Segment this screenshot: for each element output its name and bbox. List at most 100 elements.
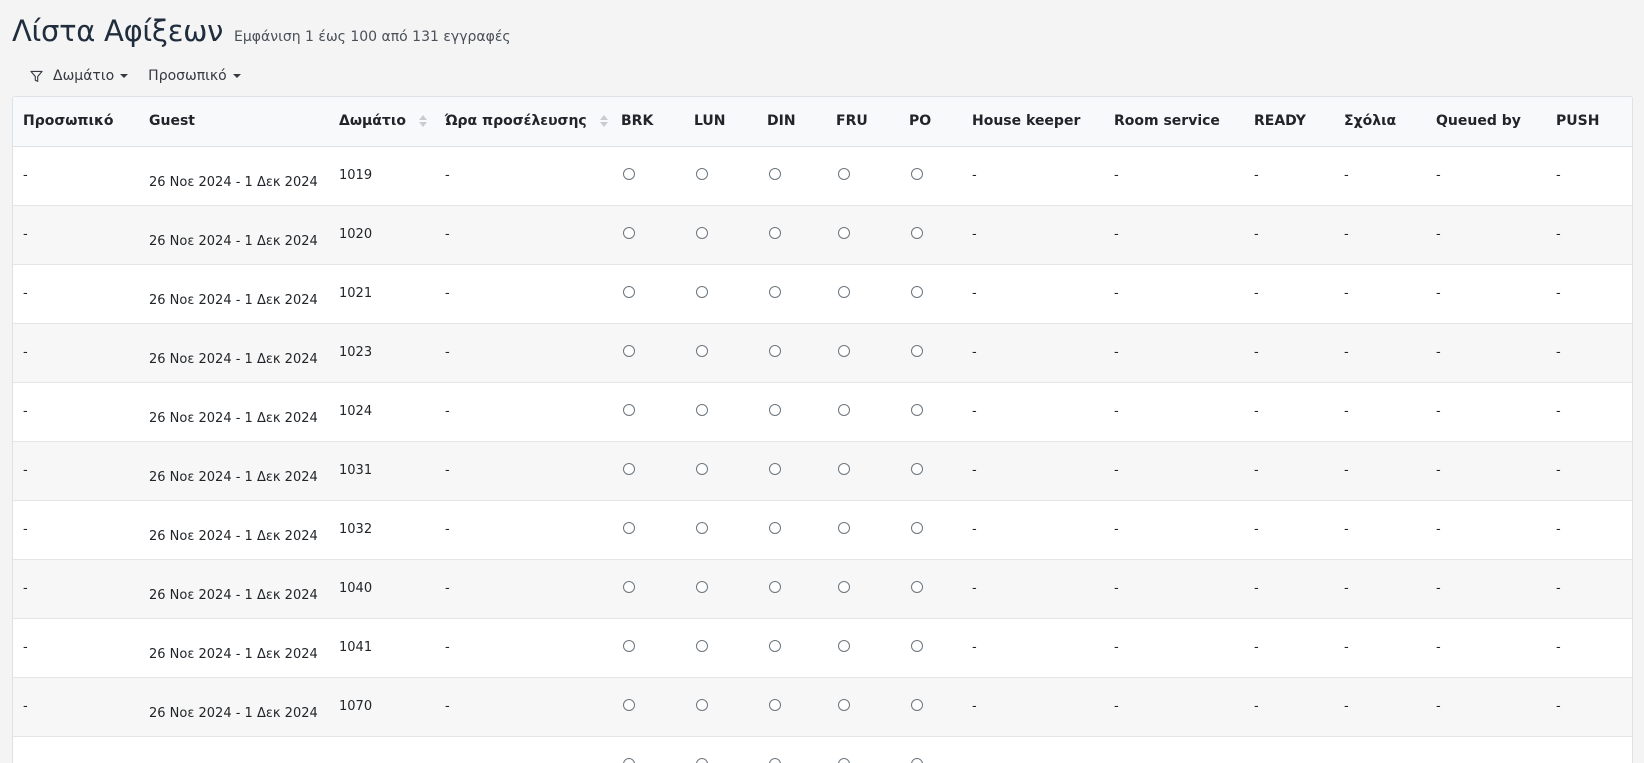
radio-icon[interactable] [696, 698, 708, 711]
table-row[interactable] [13, 736, 1632, 763]
column-header-queued-by[interactable]: Queued by [1426, 97, 1546, 147]
cell-brk [611, 559, 684, 618]
cell-arrival-time: - [445, 227, 450, 242]
radio-icon[interactable] [769, 344, 781, 357]
radio-icon[interactable] [838, 639, 850, 652]
radio-icon[interactable] [838, 344, 850, 357]
radio-icon[interactable] [623, 639, 635, 652]
radio-icon[interactable] [911, 462, 923, 475]
table-cell [435, 736, 611, 763]
column-header-comments[interactable]: Σχόλια [1334, 97, 1426, 147]
column-header-po[interactable]: PO [899, 97, 962, 147]
table-row[interactable]: - 26 Νοε 2024 - 1 Δεκ 2024 1040 - - - - - - - [13, 559, 1632, 618]
radio-icon[interactable] [769, 639, 781, 652]
column-header-fru[interactable]: FRU [826, 97, 899, 147]
table-row[interactable]: - 26 Νοε 2024 - 1 Δεκ 2024 1021 - - - - - - - [13, 264, 1632, 323]
radio-icon[interactable] [911, 757, 923, 763]
radio-icon[interactable] [623, 344, 635, 357]
radio-icon[interactable] [769, 403, 781, 416]
sort-icon[interactable] [599, 113, 609, 129]
cell-queued-by: - [1436, 699, 1441, 714]
column-header-push[interactable]: PUSH [1546, 97, 1632, 147]
table-row[interactable]: - 26 Νοε 2024 - 1 Δεκ 2024 1041 - - - - - - - [13, 618, 1632, 677]
table-cell [1104, 736, 1244, 763]
radio-icon[interactable] [769, 580, 781, 593]
radio-icon[interactable] [838, 580, 850, 593]
column-header-house-keeper[interactable]: House keeper [962, 97, 1104, 147]
radio-icon[interactable] [911, 639, 923, 652]
radio-icon[interactable] [838, 757, 850, 763]
table-row[interactable]: - 26 Νοε 2024 - 1 Δεκ 2024 1032 - - - - - - - [13, 500, 1632, 559]
radio-icon[interactable] [769, 462, 781, 475]
table-row[interactable]: - 26 Νοε 2024 - 1 Δεκ 2024 1031 - - - - - - - [13, 441, 1632, 500]
radio-icon[interactable] [696, 521, 708, 534]
radio-icon[interactable] [838, 226, 850, 239]
column-header-din[interactable]: DIN [757, 97, 826, 147]
cell-queued-by: - [1436, 227, 1441, 242]
radio-icon[interactable] [911, 521, 923, 534]
radio-icon[interactable] [838, 521, 850, 534]
radio-icon[interactable] [696, 580, 708, 593]
staff-filter-dropdown[interactable]: Προσωπικό [148, 68, 241, 84]
radio-icon[interactable] [911, 226, 923, 239]
column-header-brk[interactable]: BRK [611, 97, 684, 147]
radio-icon[interactable] [696, 403, 708, 416]
radio-icon[interactable] [769, 757, 781, 763]
radio-icon[interactable] [696, 285, 708, 298]
table-row[interactable]: - 26 Νοε 2024 - 1 Δεκ 2024 1019 - - - - - - - [13, 146, 1632, 205]
radio-icon[interactable] [911, 285, 923, 298]
radio-icon[interactable] [769, 698, 781, 711]
radio-icon[interactable] [696, 462, 708, 475]
radio-icon[interactable] [838, 698, 850, 711]
radio-icon[interactable] [623, 285, 635, 298]
radio-icon[interactable] [623, 698, 635, 711]
radio-icon[interactable] [911, 167, 923, 180]
cell-arrival-time: - [445, 522, 450, 537]
cell-brk [611, 677, 684, 736]
radio-icon[interactable] [769, 167, 781, 180]
cell-queued-by: - [1436, 522, 1441, 537]
sort-icon[interactable] [418, 113, 428, 129]
cell-ready: - [1254, 345, 1259, 360]
radio-icon[interactable] [623, 462, 635, 475]
column-header-staff[interactable]: Προσωπικό [13, 97, 139, 147]
table-row[interactable]: - 26 Νοε 2024 - 1 Δεκ 2024 1024 - - - - - - - [13, 382, 1632, 441]
radio-icon[interactable] [623, 757, 635, 763]
table-row[interactable]: - 26 Νοε 2024 - 1 Δεκ 2024 1070 - - - - - - - [13, 677, 1632, 736]
radio-icon[interactable] [911, 698, 923, 711]
column-header-guest[interactable]: Guest [139, 97, 329, 147]
table-row[interactable]: - 26 Νοε 2024 - 1 Δεκ 2024 1020 - - - - - - - [13, 205, 1632, 264]
radio-icon[interactable] [696, 167, 708, 180]
radio-icon[interactable] [696, 226, 708, 239]
radio-icon[interactable] [696, 639, 708, 652]
room-filter-dropdown[interactable]: Δωμάτιο [30, 68, 129, 84]
radio-icon[interactable] [623, 226, 635, 239]
radio-icon[interactable] [838, 462, 850, 475]
radio-icon[interactable] [623, 167, 635, 180]
cell-comments: - [1344, 168, 1349, 183]
radio-icon[interactable] [696, 344, 708, 357]
cell-push: - [1556, 522, 1561, 537]
radio-icon[interactable] [623, 521, 635, 534]
column-header-ready[interactable]: READY [1244, 97, 1334, 147]
radio-icon[interactable] [911, 403, 923, 416]
radio-icon[interactable] [838, 167, 850, 180]
cell-staff: - [23, 463, 28, 478]
column-header-room[interactable]: Δωμάτιο [329, 97, 435, 147]
cell-po [899, 146, 962, 205]
radio-icon[interactable] [769, 285, 781, 298]
table-row[interactable]: - 26 Νοε 2024 - 1 Δεκ 2024 1023 - - - - - - - [13, 323, 1632, 382]
radio-icon[interactable] [623, 403, 635, 416]
column-header-arrival-time[interactable]: Ώρα προσέλευσης [435, 97, 611, 147]
radio-icon[interactable] [911, 580, 923, 593]
column-header-room-service[interactable]: Room service [1104, 97, 1244, 147]
radio-icon[interactable] [769, 521, 781, 534]
radio-icon[interactable] [623, 580, 635, 593]
radio-icon[interactable] [911, 344, 923, 357]
column-header-lun[interactable]: LUN [684, 97, 757, 147]
radio-icon[interactable] [838, 285, 850, 298]
radio-icon[interactable] [769, 226, 781, 239]
cell-din [757, 618, 826, 677]
radio-icon[interactable] [696, 757, 708, 763]
radio-icon[interactable] [838, 403, 850, 416]
